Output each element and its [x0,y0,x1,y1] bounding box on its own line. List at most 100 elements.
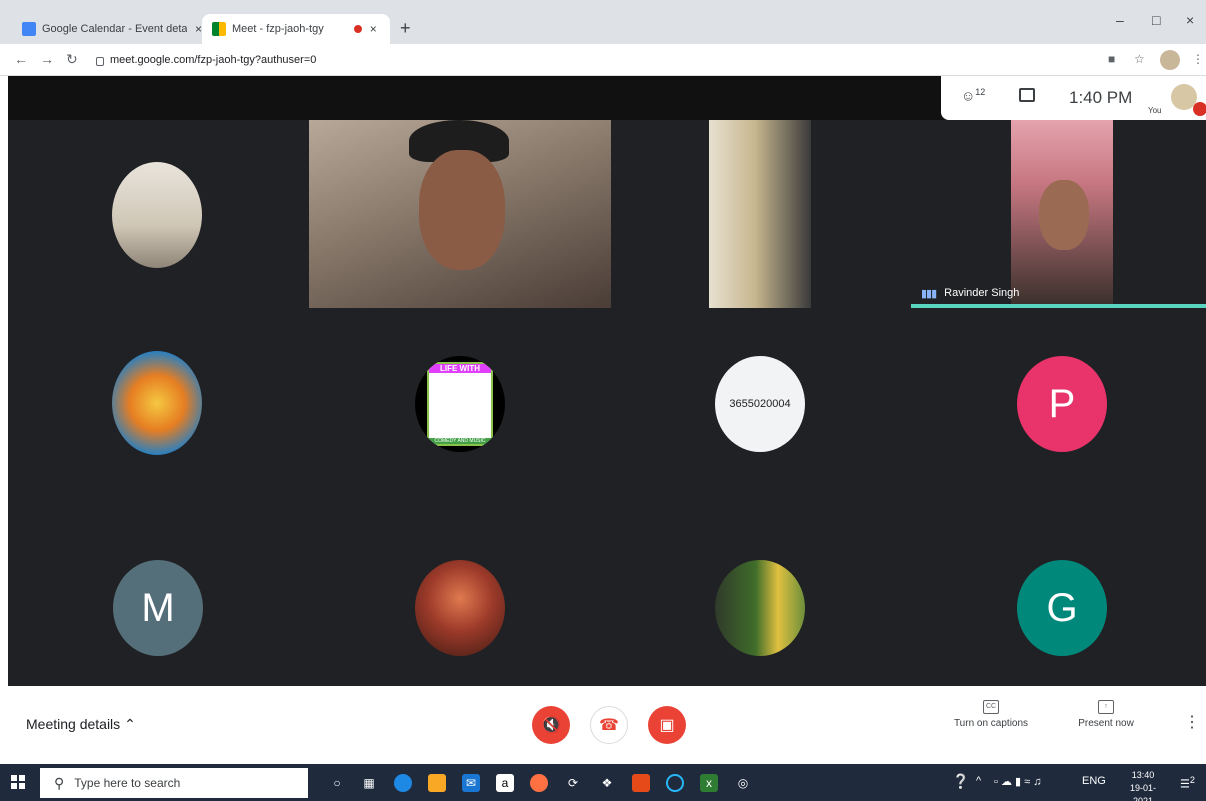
bookmark-star-icon[interactable]: ☆ [1134,52,1145,66]
participant-video-rotated[interactable] [709,120,811,308]
browser-menu-icon[interactable]: ⋮ [1192,52,1204,66]
url-text: meet.google.com/fzp-jaoh-tgy?authuser=0 [110,54,317,66]
meet-grid: ☺12 1:40 PM You ▮▮▮ Ravinder Singh LIFE … [8,76,1206,686]
help-icon[interactable]: ❔ [952,773,969,790]
present-icon: ↑ [1098,700,1114,714]
present-now-button[interactable]: ↑ Present now [1066,700,1146,729]
profile-avatar-icon[interactable] [1160,50,1180,70]
logo-bottom-text: COMEDY AND MUSIC [429,438,491,444]
reload-icon[interactable]: ↻ [66,51,78,68]
chat-icon[interactable] [1019,88,1035,102]
taskbar-clock[interactable]: 13:40 19-01-2021 [1120,769,1166,801]
logo-top-text: LIFE WITH [429,364,491,373]
maximize-icon[interactable]: □ [1152,12,1160,28]
forward-icon[interactable]: → [40,51,54,67]
url-field[interactable]: meet.google.com/fzp-jaoh-tgy?authuser=0 [96,49,1086,71]
browser-tab-strip: Google Calendar - Event details × Meet -… [0,0,1206,44]
camera-off-icon: ▣ [659,717,675,734]
winamp-icon[interactable]: ⟳ [564,774,582,792]
cortana-icon[interactable]: ○ [328,774,346,792]
participant-avatar-g[interactable]: G [1017,560,1107,656]
camera-off-button[interactable]: ▣ [648,706,686,744]
face-shape [419,150,505,270]
participant-phone[interactable]: 3655020004 [715,356,805,452]
face-shape [1039,180,1089,250]
avatar-letter: G [1046,585,1078,630]
mic-off-button[interactable]: 🔇 [532,706,570,744]
close-tab-icon[interactable]: × [370,22,377,36]
captions-label: Turn on captions [953,718,1029,729]
participants-button[interactable]: ☺12 [961,87,985,104]
camera-app-icon[interactable]: ◎ [734,774,752,792]
tray-status-icons[interactable]: ▫ ☁ ▮ ≈ ♫ [994,775,1041,788]
edge-icon[interactable] [394,774,412,792]
meeting-details-label: Meeting details [26,716,121,732]
participant-avatar-m[interactable]: M [113,560,203,656]
windows-start-icon[interactable] [11,775,25,789]
close-window-icon[interactable]: × [1186,12,1194,28]
more-options-icon[interactable]: ⋮ [1184,712,1200,732]
screen: Google Calendar - Event details × Meet -… [0,0,1206,801]
recording-indicator-icon [353,25,362,33]
mic-off-icon: 🔇 [541,717,561,734]
tab-google-calendar[interactable]: Google Calendar - Event details × [12,14,202,44]
notification-count: 2 [1189,775,1195,785]
captions-icon: CC [983,700,999,714]
speaker-name: Ravinder Singh [944,287,1020,299]
back-icon[interactable]: ← [14,51,28,67]
search-placeholder: Type here to search [74,776,181,790]
participant-ganesha-image[interactable] [415,560,505,656]
file-explorer-icon[interactable] [428,774,446,792]
cortana-ring-icon[interactable] [666,774,684,792]
minimize-icon[interactable]: – [1116,12,1124,28]
audio-level-icon: ▮▮▮ [921,287,937,300]
taskbar-search-field[interactable]: ⚲ Type here to search [40,768,308,798]
notification-badge [1193,102,1206,116]
hang-up-button[interactable]: ☎ [590,706,628,744]
mail-icon[interactable]: ✉ [462,774,480,792]
close-tab-icon[interactable]: × [195,22,202,36]
participant-college-logo[interactable] [112,351,202,455]
lock-icon [96,56,104,66]
meet-icon [212,22,226,36]
language-indicator[interactable]: ENG [1082,775,1106,787]
new-tab-button[interactable]: + [400,18,411,39]
clock-time: 13:40 [1131,770,1155,780]
present-label: Present now [1078,718,1134,729]
meeting-details-button[interactable]: Meeting details ⌃ [26,716,136,733]
meet-controls: Meeting details ⌃ 🔇 ☎ ▣ CC Turn on capti… [0,686,1206,764]
tray-expand-icon[interactable]: ^ [976,775,981,787]
dropbox-icon[interactable]: ❖ [598,774,616,792]
task-view-icon[interactable]: ▦ [360,774,378,792]
excel-icon[interactable]: x [700,774,718,792]
participant-video-main[interactable] [309,120,611,308]
avatar-letter: P [1048,381,1076,426]
participant-avatar-p[interactable]: P [1017,356,1107,452]
tab-title: Meet - fzp-jaoh-tgy [232,23,324,35]
clock-date: 19-01-2021 [1129,783,1156,801]
amazon-icon[interactable]: a [496,774,514,792]
participants-count: 12 [975,87,986,97]
address-bar: ← → ↻ meet.google.com/fzp-jaoh-tgy?authu… [0,44,1206,76]
search-icon: ⚲ [54,774,65,791]
camera-indicator-icon[interactable]: ■ [1108,52,1115,66]
logo-frame: LIFE WITH COMEDY AND MUSIC [427,362,493,446]
self-label: You [1148,106,1162,115]
meet-info-panel: ☺12 1:40 PM You [941,76,1206,120]
participant-life-with-comedy[interactable]: LIFE WITH COMEDY AND MUSIC [415,356,505,452]
phone-hangup-icon: ☎ [599,717,619,734]
participant-school-logo[interactable] [112,162,202,268]
phone-number: 3655020004 [729,398,791,410]
meeting-time: 1:40 PM [1069,88,1133,107]
captions-button[interactable]: CC Turn on captions [946,700,1036,729]
tab-meet[interactable]: Meet - fzp-jaoh-tgy × [202,14,390,44]
speaker-highlight-bar [911,304,1206,308]
notification-center-icon[interactable]: ☰2 [1180,775,1195,791]
calendar-icon [22,22,36,36]
office-icon[interactable] [632,774,650,792]
participant-couple-image[interactable] [715,560,805,656]
chrome-icon[interactable] [530,774,548,792]
chevron-up-icon: ⌃ [124,716,136,732]
avatar-letter: M [141,585,175,630]
windows-taskbar: ⚲ Type here to search ○ ▦ ✉ a ⟳ ❖ x ◎ ❔ … [0,764,1206,801]
